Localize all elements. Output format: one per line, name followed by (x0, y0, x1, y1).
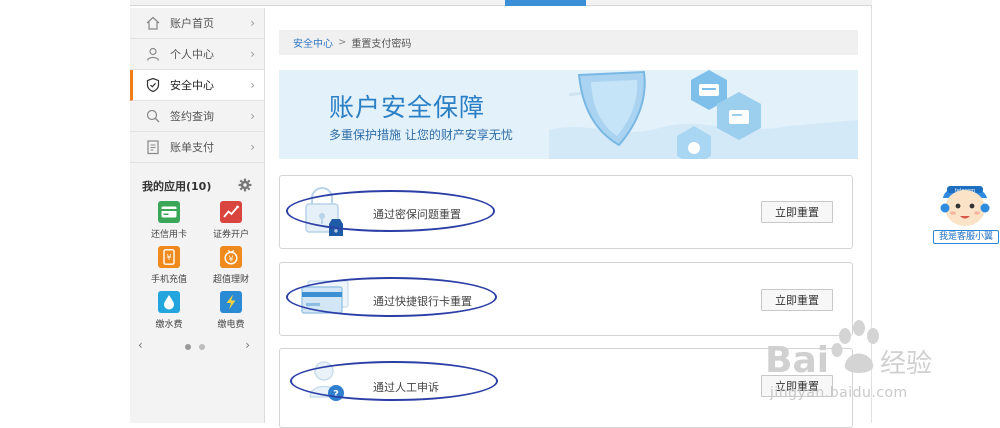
security-banner: 账户安全保障 多重保护措施 让您的财产安享无忧 (279, 70, 858, 159)
sidebar-item-label: 账户首页 (170, 17, 214, 30)
breadcrumb-current: 重置支付密码 (351, 39, 412, 50)
chevron-right-icon: › (250, 16, 255, 30)
coin-icon: ¥ (220, 246, 242, 268)
bill-icon (145, 139, 161, 155)
water-drop-icon (158, 291, 180, 313)
annotation-ellipse (286, 190, 495, 232)
app-label: 超值理财 (212, 275, 249, 285)
reset-now-button[interactable]: 立即重置 (761, 201, 833, 223)
chevron-right-icon: › (250, 78, 255, 92)
customer-service-label[interactable]: 我是客服小翼 (933, 230, 999, 244)
app-label: 证券开户 (212, 230, 249, 240)
top-bar (130, 0, 872, 6)
app-repay-credit-card[interactable]: 还信用卡 (138, 201, 200, 240)
annotation-ellipse (290, 361, 498, 401)
sidebar: 账户首页 › 个人中心 › 安全中心 › 签约查询 › 账单支付 › 我的应用(… (130, 8, 265, 423)
app-phone-recharge[interactable]: ¥ 手机充值 (138, 246, 200, 285)
sidebar-item-label: 安全中心 (170, 79, 214, 92)
app-label: 缴电费 (217, 320, 245, 330)
chevron-right-icon: › (250, 140, 255, 154)
customer-service-widget[interactable]: telecom 我是客服小翼 (931, 178, 999, 244)
app-electric-bill[interactable]: 缴电费 (200, 291, 262, 330)
svg-text:¥: ¥ (166, 253, 171, 262)
chevron-right-icon[interactable]: › (245, 338, 250, 352)
shield-icon (145, 77, 161, 93)
app-value-finance[interactable]: ¥ 超值理财 (200, 246, 262, 285)
breadcrumb-separator: > (338, 37, 347, 48)
sidebar-item-label: 账单支付 (170, 141, 214, 154)
breadcrumb: 安全中心 > 重置支付密码 (279, 30, 858, 55)
apps-grid: 还信用卡 证券开户 ¥ 手机充值 ¥ 超值理财 缴水费 缴电费 (130, 201, 264, 330)
credit-card-icon (158, 201, 180, 223)
search-icon (145, 108, 161, 124)
sidebar-item-personal-center[interactable]: 个人中心 › (130, 39, 264, 70)
home-icon (145, 15, 161, 31)
svg-text:¥: ¥ (228, 255, 233, 264)
user-icon (145, 46, 161, 62)
app-securities-account[interactable]: 证券开户 (200, 201, 262, 240)
annotation-ellipse (286, 277, 497, 317)
sidebar-item-bill-payment[interactable]: 账单支付 › (130, 132, 264, 163)
app-water-bill[interactable]: 缴水费 (138, 291, 200, 330)
app-label: 还信用卡 (150, 230, 187, 240)
pager-dot[interactable] (199, 344, 205, 350)
pager-dot[interactable] (185, 344, 191, 350)
chevron-left-icon[interactable]: ‹ (138, 338, 143, 352)
sidebar-item-contract-query[interactable]: 签约查询 › (130, 101, 264, 132)
svg-text:经验: 经验 (880, 349, 932, 379)
sidebar-item-label: 个人中心 (170, 48, 214, 61)
app-label: 手机充值 (150, 275, 187, 285)
chevron-right-icon: › (250, 109, 255, 123)
mascot-icon: telecom (940, 186, 990, 226)
my-apps-title: 我的应用(10) (142, 180, 212, 193)
chevron-right-icon: › (250, 47, 255, 61)
sidebar-item-account-home[interactable]: 账户首页 › (130, 8, 264, 39)
my-apps-header: 我的应用(10) (130, 171, 264, 201)
sidebar-item-security-center[interactable]: 安全中心 › (130, 70, 264, 101)
sidebar-item-label: 签约查询 (170, 110, 214, 123)
banner-illustration (549, 70, 858, 159)
banner-subtitle: 多重保护措施 让您的财产安享无忧 (329, 128, 513, 142)
phone-icon: ¥ (158, 246, 180, 268)
svg-text:Bai: Bai (765, 340, 829, 381)
chart-icon (220, 201, 242, 223)
gear-icon[interactable] (238, 178, 252, 195)
watermark-url: jingyan.baidu.com (770, 385, 908, 401)
lightning-icon (220, 291, 242, 313)
banner-title: 账户安全保障 (329, 93, 486, 122)
breadcrumb-link-security-center[interactable]: 安全中心 (293, 35, 333, 50)
app-label: 缴水费 (155, 320, 183, 330)
top-bar-accent (505, 0, 586, 6)
reset-now-button[interactable]: 立即重置 (761, 289, 833, 311)
apps-pager: ‹ › (130, 336, 264, 356)
